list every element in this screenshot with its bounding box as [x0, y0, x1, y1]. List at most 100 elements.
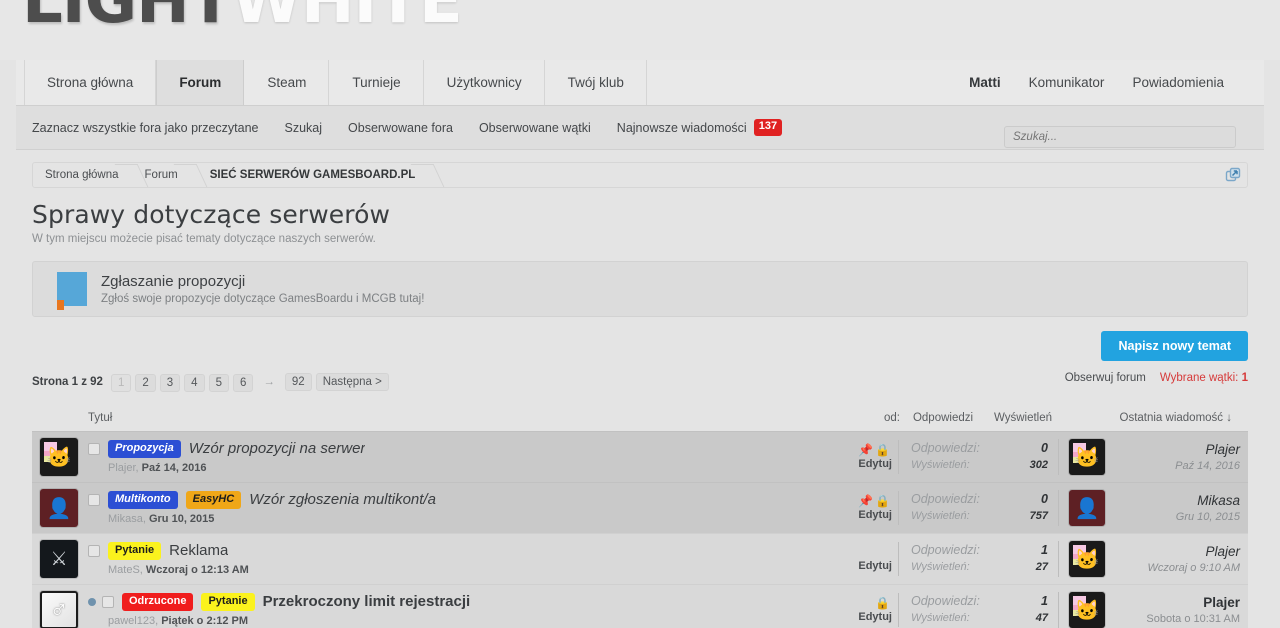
thread-author[interactable]: MateS,: [108, 564, 143, 576]
nav-notifications[interactable]: Powiadomienia: [1118, 75, 1238, 90]
nav-tab-strona-główna[interactable]: Strona główna: [24, 60, 157, 105]
nav-tab-steam[interactable]: Steam: [244, 60, 330, 105]
breadcrumb-item-home[interactable]: Strona główna: [33, 163, 133, 187]
pagination-page-2[interactable]: 2: [135, 373, 156, 392]
last-poster-avatar[interactable]: 👤: [1069, 490, 1105, 526]
thread-author[interactable]: Plajer,: [108, 462, 139, 474]
last-poster-name[interactable]: Plajer: [1105, 442, 1240, 457]
thread-edit-link[interactable]: Edytuj: [842, 508, 892, 522]
thread-checkbox[interactable]: [102, 595, 114, 608]
watch-forum-link[interactable]: Obserwuj forum: [1065, 372, 1146, 384]
breadcrumb-item-forum[interactable]: Forum: [133, 163, 192, 187]
subnav-item-search[interactable]: Szukaj: [284, 121, 322, 135]
thread-stats: Odpowiedzi: 0 Wyświetleń: 757: [898, 491, 1058, 525]
breadcrumb: Strona główna Forum SIEĆ SERWERÓW GAMESB…: [32, 162, 1248, 188]
avatar-anime-red[interactable]: 👤: [40, 489, 78, 527]
thread-title-line: Pytanie Reklama: [88, 542, 832, 560]
pagination-ellipsis: →: [263, 376, 275, 388]
thread-checkbox[interactable]: [88, 442, 100, 455]
subforum-name[interactable]: Zgłaszanie propozycji: [101, 273, 424, 290]
thread-edit-link[interactable]: Edytuj: [842, 610, 892, 624]
column-header-from[interactable]: od:: [860, 412, 900, 424]
avatar-nyan-cat[interactable]: 🐱: [40, 438, 78, 476]
thread-title-link[interactable]: Przekroczony limit rejestracji: [263, 593, 471, 610]
pagination-page-4[interactable]: 4: [184, 373, 205, 392]
avatar-crossed-swords[interactable]: ⚔: [40, 540, 78, 578]
pagination-page-5[interactable]: 5: [208, 373, 229, 392]
last-poster-name[interactable]: Plajer: [1105, 544, 1240, 559]
nav-tab-label: Strona główna: [47, 75, 134, 90]
thread-author[interactable]: Mikasa,: [108, 513, 146, 525]
thread-title-cell: Multikonto EasyHC Wzór zgłoszenia multikon…: [88, 491, 842, 525]
column-header-title[interactable]: Tytuł: [88, 412, 860, 424]
thread-prefix-badge[interactable]: Pytanie: [108, 542, 162, 560]
avatar-mars-symbol[interactable]: ♂: [40, 591, 78, 628]
selected-threads-label: Wybrane wątki:: [1159, 372, 1239, 384]
column-header-last-message[interactable]: Ostatnia wiadomość ↓: [1060, 412, 1240, 424]
last-message-date[interactable]: Gru 10, 2015: [1105, 511, 1240, 523]
thread-checkbox[interactable]: [88, 544, 100, 557]
pagination-page-6[interactable]: 6: [232, 373, 254, 392]
thread-row[interactable]: ⚔ Pytanie Reklama MateS, Wczoraj o 12:13 AM…: [32, 533, 1248, 584]
thread-edit-link[interactable]: Edytuj: [842, 559, 892, 573]
last-poster-avatar[interactable]: 🐱: [1069, 541, 1105, 577]
nav-messenger[interactable]: Komunikator: [1015, 75, 1119, 90]
last-poster-avatar[interactable]: 🐱: [1069, 592, 1105, 628]
thread-row[interactable]: 👤 Multikonto EasyHC Wzór zgłoszenia multiko…: [32, 482, 1248, 533]
thread-prefix-badge[interactable]: Propozycja: [108, 440, 181, 458]
thread-title-link[interactable]: Wzór propozycji na serwer: [189, 440, 366, 457]
thread-prefix-badge[interactable]: EasyHC: [185, 491, 242, 509]
thread-prefix-badge[interactable]: Pytanie: [201, 593, 255, 611]
search-input[interactable]: [1004, 126, 1236, 148]
pagination-next[interactable]: Następna >: [315, 373, 389, 391]
thread-rows: 🐱 Propozycja Wzór propozycji na serwer Plaj…: [32, 431, 1248, 628]
pagination-last-page[interactable]: 92: [284, 373, 312, 391]
subnav-item-mark-read[interactable]: Zaznacz wszystkie fora jako przeczytane: [32, 121, 258, 135]
thread-title-link[interactable]: Wzór zgłoszenia multikont/a: [249, 491, 436, 508]
thread-prefix-badge[interactable]: Odrzucone: [122, 593, 194, 611]
page-container: Strona główna Forum Steam Turnieje Użytkowni…: [0, 60, 1280, 628]
new-thread-button[interactable]: Napisz nowy temat: [1101, 331, 1248, 361]
last-poster-name[interactable]: Mikasa: [1105, 493, 1240, 508]
subnav-item-watched-forums[interactable]: Obserwowane fora: [348, 121, 453, 135]
column-header-replies[interactable]: Odpowiedzi: [900, 412, 986, 424]
views-label: Wyświetleń:: [911, 612, 970, 624]
subnav-item-watched-threads[interactable]: Obserwowane wątki: [479, 121, 591, 135]
thread-title-link[interactable]: Reklama: [169, 542, 228, 559]
last-message-date[interactable]: Sobota o 10:31 AM: [1105, 613, 1240, 625]
nav-right-label: Matti: [969, 75, 1001, 90]
logo-text-light: LIGHT: [22, 0, 232, 38]
replies-count: 0: [1041, 492, 1048, 506]
thread-edit-link[interactable]: Edytuj: [842, 457, 892, 471]
thread-prefix-badge[interactable]: Multikonto: [108, 491, 178, 509]
thread-row[interactable]: 🐱 Propozycja Wzór propozycji na serwer Plaj…: [32, 431, 1248, 482]
nav-tab-forum[interactable]: Forum: [156, 60, 245, 105]
nav-tab-label: Steam: [267, 75, 307, 90]
breadcrumb-item-current[interactable]: SIEĆ SERWERÓW GAMESBOARD.PL: [192, 163, 430, 187]
nav-tab-label: Forum: [179, 75, 222, 90]
column-header-views[interactable]: Wyświetleń: [986, 412, 1060, 424]
pin-icon: 📌: [858, 443, 876, 457]
nav-user-area: Matti Komunikator Powiadomienia: [955, 60, 1256, 105]
last-message-date[interactable]: Paź 14, 2016: [1105, 460, 1240, 472]
nav-tab-użytkownicy[interactable]: Użytkownicy: [424, 60, 545, 105]
breadcrumb-label-forum: Forum: [144, 169, 178, 181]
logo-text-white: WHITE: [231, 0, 462, 38]
last-poster-name[interactable]: Plajer: [1105, 595, 1240, 610]
thread-checkbox[interactable]: [88, 493, 100, 506]
subforum-icon: [57, 272, 87, 310]
forum-secondary-navigation: Zaznacz wszystkie fora jako przeczytane …: [16, 106, 1264, 150]
thread-meta: Mikasa, Gru 10, 2015: [88, 513, 832, 525]
nav-tab-twój-klub[interactable]: Twój klub: [545, 60, 647, 105]
nav-tab-turnieje[interactable]: Turnieje: [329, 60, 424, 105]
popup-expand-icon[interactable]: [1225, 167, 1241, 183]
subnav-item-new-messages[interactable]: Najnowsze wiadomości 137: [617, 119, 783, 136]
last-message-date[interactable]: Wczoraj o 9:10 AM: [1105, 562, 1240, 574]
last-poster-avatar[interactable]: 🐱: [1069, 439, 1105, 475]
thread-row[interactable]: ♂ Odrzucone Pytanie Przekroczony limit reje…: [32, 584, 1248, 628]
replies-label: Odpowiedzi:: [911, 441, 980, 455]
subnav-label-watched-threads: Obserwowane wątki: [478, 120, 591, 135]
nav-user[interactable]: Matti: [955, 75, 1015, 90]
thread-author[interactable]: pawel123,: [108, 615, 158, 627]
pagination-page-3[interactable]: 3: [159, 373, 181, 392]
